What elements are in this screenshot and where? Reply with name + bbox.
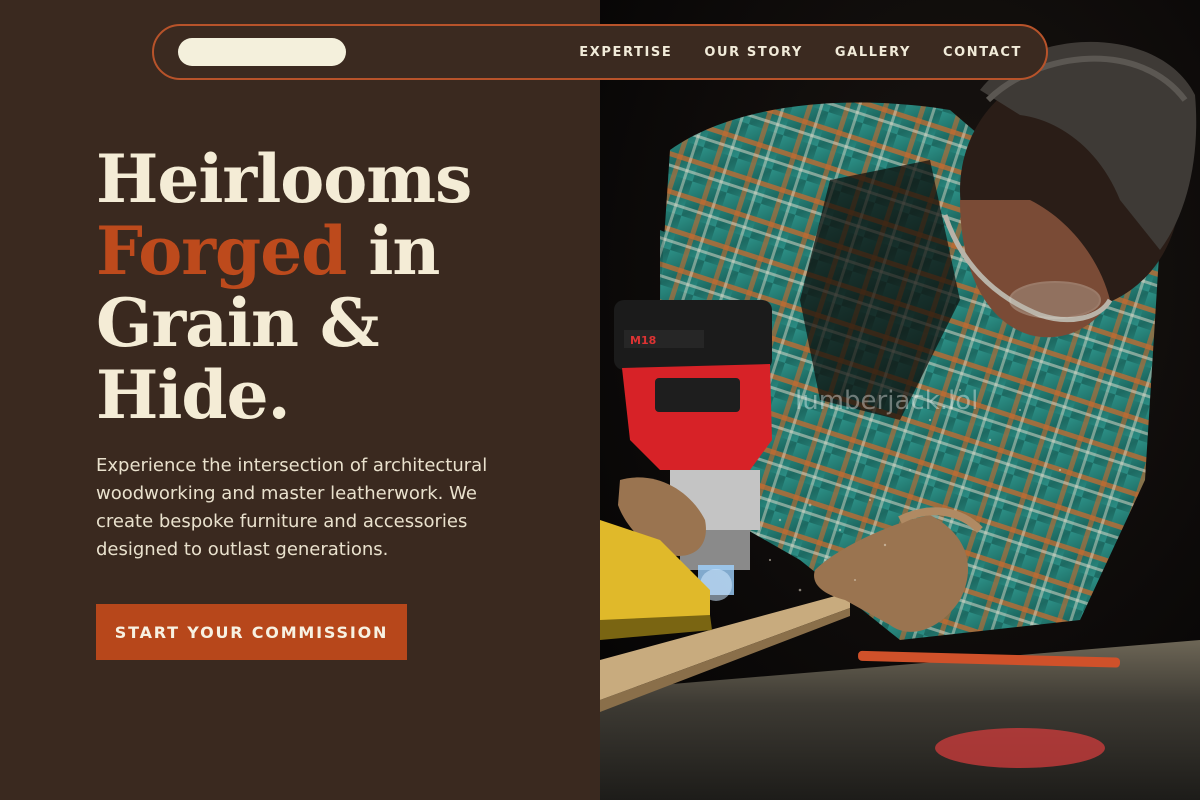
hero-headline: Heirlooms Forged in Grain & Hide.: [96, 140, 472, 434]
headline-line-1: Heirlooms: [96, 140, 472, 218]
hero-description: Experience the intersection of architect…: [96, 455, 488, 560]
nav-link-contact[interactable]: CONTACT: [943, 45, 1022, 60]
headline-line-3: Grain &: [96, 284, 380, 362]
nav-links: EXPERTISE OUR STORY GALLERY CONTACT: [579, 26, 1022, 78]
start-commission-button[interactable]: START YOUR COMMISSION: [96, 604, 407, 660]
nav-link-our-story[interactable]: OUR STORY: [704, 45, 803, 60]
nav-link-expertise[interactable]: EXPERTISE: [579, 45, 672, 60]
headline-line-2-rest: in: [346, 212, 440, 290]
top-navbar: EXPERTISE OUR STORY GALLERY CONTACT: [152, 24, 1048, 80]
logo-placeholder[interactable]: [178, 38, 346, 66]
hero-photo: M18: [600, 0, 1200, 800]
headline-line-2: Forged in: [96, 215, 471, 287]
headline-accent-word: Forged: [96, 212, 347, 290]
headline-line-4: Hide.: [96, 356, 291, 434]
nav-link-gallery[interactable]: GALLERY: [835, 45, 911, 60]
svg-text:M18: M18: [630, 334, 656, 347]
